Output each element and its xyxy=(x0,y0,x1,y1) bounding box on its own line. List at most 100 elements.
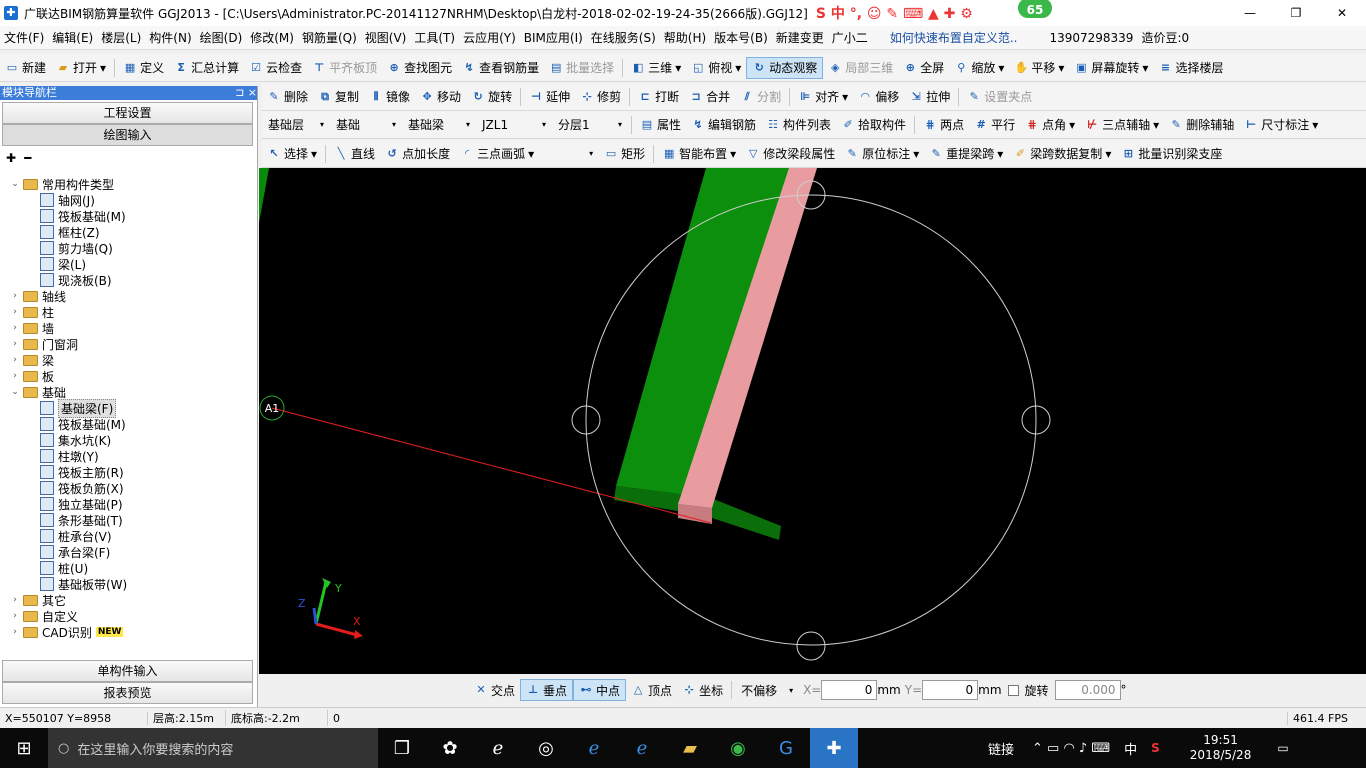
tree-node[interactable]: 现浇板(B) xyxy=(0,272,256,288)
clock[interactable]: 19:51 2018/5/28 xyxy=(1190,733,1252,763)
point-angle-button[interactable]: ⋕ 点角 ▾ xyxy=(1020,114,1080,136)
open-button[interactable]: ▰ 打开 ▾ xyxy=(51,57,111,79)
snap-intersection-button[interactable]: ✕ 交点 xyxy=(469,679,520,701)
select-floor-button[interactable]: ≡ 选择楼层 xyxy=(1153,57,1228,79)
tree-node[interactable]: ⌄ 常用构件类型 xyxy=(0,176,256,192)
define-button[interactable]: ▦ 定义 xyxy=(118,57,169,79)
dynamic-view-button[interactable]: ↻ 动态观察 xyxy=(746,56,824,79)
component-list-button[interactable]: ☷ 构件列表 xyxy=(761,114,836,136)
tree-node[interactable]: ⌄ 基础 xyxy=(0,384,256,400)
new-button[interactable]: ▭ 新建 xyxy=(0,57,51,79)
menu-tools[interactable]: 工具(T) xyxy=(410,26,459,49)
3d-button[interactable]: ◧ 三维 ▾ xyxy=(626,57,686,79)
tree-node[interactable]: › 梁 xyxy=(0,352,256,368)
rotate-input[interactable]: 0.000 xyxy=(1054,680,1121,700)
tree-node[interactable]: 梁(L) xyxy=(0,256,256,272)
two-point-button[interactable]: ⋕ 两点 xyxy=(918,114,969,136)
menu-component[interactable]: 构件(N) xyxy=(145,26,195,49)
help-link[interactable]: 如何快速布置自定义范.. xyxy=(886,26,1022,49)
zoom-button[interactable]: ⚲ 缩放 ▾ xyxy=(949,57,1009,79)
menu-rebar-qty[interactable]: 钢筋量(Q) xyxy=(298,26,361,49)
expand-toggle-icon[interactable]: › xyxy=(10,355,20,365)
expand-all-icon[interactable]: ✚ xyxy=(6,151,16,165)
sogou-tray-icon[interactable]: S xyxy=(1151,741,1160,755)
tree-node[interactable]: 集水坑(K) xyxy=(0,432,256,448)
notify-badge[interactable]: 65 xyxy=(1016,0,1054,20)
merge-button[interactable]: ⊐ 合并 xyxy=(684,86,735,108)
file-explorer-icon[interactable]: ▰ xyxy=(666,728,714,768)
mirror-button[interactable]: ⫴ 镜像 xyxy=(364,86,415,108)
tree-node[interactable]: 剪力墙(Q) xyxy=(0,240,256,256)
delete-axis-button[interactable]: ✎ 删除辅轴 xyxy=(1164,114,1239,136)
task-view-icon[interactable]: ❐ xyxy=(378,728,426,768)
collapse-all-icon[interactable]: ━ xyxy=(24,151,31,165)
copy-button[interactable]: ⧉ 复制 xyxy=(313,86,364,108)
cost-beans[interactable]: 造价豆:0 xyxy=(1137,26,1193,49)
menu-help[interactable]: 帮助(H) xyxy=(660,26,710,49)
rectangle-button[interactable]: ▭ 矩形 xyxy=(599,143,650,165)
menu-bim[interactable]: BIM应用(I) xyxy=(520,26,587,49)
local-3d-button[interactable]: ◈ 局部三维 xyxy=(823,57,898,79)
stretch-button[interactable]: ⇲ 拉伸 xyxy=(904,86,955,108)
tree-node[interactable]: › 柱 xyxy=(0,304,256,320)
browser-360-icon[interactable]: ◎ xyxy=(522,728,570,768)
ggj-app-icon[interactable]: ✚ xyxy=(810,728,858,768)
sogou-ime-icon[interactable]: S 中 °, ☺ ✎ ⌨ ▲ ✚ ⚙ xyxy=(816,3,973,23)
maximize-button[interactable]: ❐ xyxy=(1276,6,1316,20)
tree-node[interactable]: 轴网(J) xyxy=(0,192,256,208)
floor-select[interactable]: 基础层 ▾ xyxy=(264,115,328,135)
three-point-axis-button[interactable]: ⊬ 三点辅轴 ▾ xyxy=(1080,114,1164,136)
draw-mode-select[interactable]: ▾ xyxy=(541,144,597,164)
tree-node[interactable]: 框柱(Z) xyxy=(0,224,256,240)
project-settings-button[interactable]: 工程设置 xyxy=(2,102,253,124)
modify-span-attr-button[interactable]: ▽ 修改梁段属性 xyxy=(741,143,840,165)
glodon-g-icon[interactable]: G xyxy=(762,728,810,768)
x-input[interactable]: 0 xyxy=(821,680,878,700)
summary-calc-button[interactable]: Σ 汇总计算 xyxy=(169,57,244,79)
expand-toggle-icon[interactable]: › xyxy=(10,611,20,621)
tree-node[interactable]: 独立基础(P) xyxy=(0,496,256,512)
report-preview-button[interactable]: 报表预览 xyxy=(2,682,253,704)
tree-node[interactable]: › 轴线 xyxy=(0,288,256,304)
cloud-check-button[interactable]: ☑ 云检查 xyxy=(244,57,307,79)
dimension-button[interactable]: ⊢ 尺寸标注 ▾ xyxy=(1239,114,1323,136)
split-button[interactable]: ⫽ 分割 xyxy=(735,86,786,108)
in-situ-label-button[interactable]: ✎ 原位标注 ▾ xyxy=(840,143,924,165)
snap-vertex-button[interactable]: △ 顶点 xyxy=(626,679,677,701)
drawing-input-button[interactable]: 绘图输入 xyxy=(2,124,253,146)
notification-icon[interactable]: ▭ xyxy=(1277,741,1288,755)
taskbar-search[interactable]: ○ 在这里输入你要搜索的内容 xyxy=(48,728,378,768)
align-button[interactable]: ⊫ 对齐 ▾ xyxy=(793,86,853,108)
view-rebar-qty-button[interactable]: ↯ 查看钢筋量 xyxy=(457,57,544,79)
tray-ime[interactable]: 中 xyxy=(1124,739,1137,758)
tray-icons[interactable]: ⌃ ▭ ◠ ♪ ⌨ xyxy=(1032,741,1110,756)
tree-node[interactable]: 筏板基础(M) xyxy=(0,208,256,224)
span-data-copy-button[interactable]: ✐ 梁跨数据复制 ▾ xyxy=(1008,143,1116,165)
tree-node[interactable]: 条形基础(T) xyxy=(0,512,256,528)
tree-node[interactable]: › 门窗洞 xyxy=(0,336,256,352)
screen-rotate-button[interactable]: ▣ 屏幕旋转 ▾ xyxy=(1069,57,1153,79)
ie-icon[interactable]: ℯ xyxy=(474,728,522,768)
rotate-checkbox[interactable] xyxy=(1007,684,1019,696)
tree-node[interactable]: 桩承台(V) xyxy=(0,528,256,544)
menu-new-change[interactable]: 新建变更 xyxy=(772,26,828,49)
orbit-handle-bottom[interactable] xyxy=(796,631,826,661)
app-pinwheel-icon[interactable]: ✿ xyxy=(426,728,474,768)
reextract-span-button[interactable]: ✎ 重提梁跨 ▾ xyxy=(924,143,1008,165)
rotate-button[interactable]: ↻ 旋转 xyxy=(466,86,517,108)
tree-node[interactable]: 筏板主筋(R) xyxy=(0,464,256,480)
find-element-button[interactable]: ⊕ 查找图元 xyxy=(382,57,457,79)
expand-toggle-icon[interactable]: › xyxy=(10,307,20,317)
type-select[interactable]: 基础梁 ▾ xyxy=(404,115,474,135)
close-button[interactable]: ✕ xyxy=(1322,6,1362,20)
tree-node[interactable]: › CAD识别 NEW xyxy=(0,624,256,640)
tree-node[interactable]: › 自定义 xyxy=(0,608,256,624)
extend-button[interactable]: ⊣ 延伸 xyxy=(524,86,575,108)
batch-select-button[interactable]: ▤ 批量选择 xyxy=(544,57,619,79)
menu-cloud[interactable]: 云应用(Y) xyxy=(459,26,520,49)
tree-node[interactable]: 桩(U) xyxy=(0,560,256,576)
tree-node[interactable]: 基础板带(W) xyxy=(0,576,256,592)
green-app-icon[interactable]: ◉ xyxy=(714,728,762,768)
menu-edit[interactable]: 编辑(E) xyxy=(48,26,97,49)
expand-toggle-icon[interactable]: › xyxy=(10,371,20,381)
